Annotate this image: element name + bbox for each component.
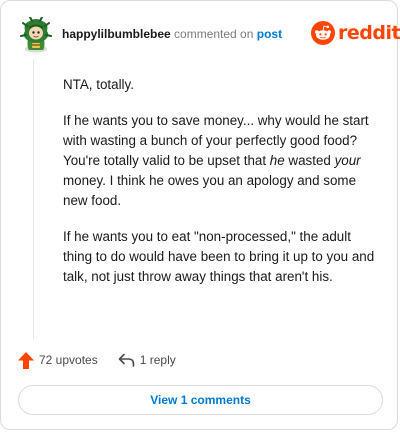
comment-emphasis: your (334, 153, 361, 168)
reply-arrow-icon (118, 353, 135, 367)
comment-card: happylilbumblebee commented on post redd… (0, 0, 400, 430)
comment-paragraph: NTA, totally. (63, 75, 383, 95)
comment-text: NTA, totally. (63, 77, 134, 92)
comment-emphasis: he (269, 153, 285, 168)
thread-line[interactable] (33, 59, 34, 339)
reddit-logo[interactable]: reddit (311, 20, 400, 46)
view-comments-label: View 1 comments (150, 393, 251, 407)
comment-header: happylilbumblebee commented on post redd… (15, 14, 400, 53)
reply-button[interactable]: 1 reply (118, 353, 176, 367)
user-avatar[interactable] (20, 16, 52, 53)
comment-text: wasted (284, 153, 335, 168)
comment-actions: 72 upvotes 1 reply (18, 351, 176, 369)
upvote-count: 72 upvotes (39, 353, 98, 367)
comment-text: money. I think he owes you an apology an… (63, 173, 357, 208)
upvote-button[interactable]: 72 upvotes (18, 351, 98, 369)
reply-count: 1 reply (139, 353, 176, 367)
comment-text: If he wants you to eat "non-processed," … (63, 229, 375, 284)
comment-attribution: happylilbumblebee commented on post (62, 27, 282, 41)
avatar-icon (20, 16, 52, 53)
comment-body: NTA, totally. If he wants you to save mon… (63, 75, 383, 303)
upvote-arrow-icon (18, 351, 34, 369)
post-link[interactable]: post (257, 27, 282, 41)
comment-paragraph: If he wants you to save money... why wou… (63, 111, 383, 211)
commented-on-text: commented on (174, 27, 254, 41)
reddit-snoo-icon (311, 21, 335, 45)
username-link[interactable]: happylilbumblebee (62, 27, 171, 41)
reddit-wordmark: reddit (338, 22, 400, 44)
view-comments-button[interactable]: View 1 comments (18, 385, 383, 415)
comment-paragraph: If he wants you to eat "non-processed," … (63, 227, 383, 287)
